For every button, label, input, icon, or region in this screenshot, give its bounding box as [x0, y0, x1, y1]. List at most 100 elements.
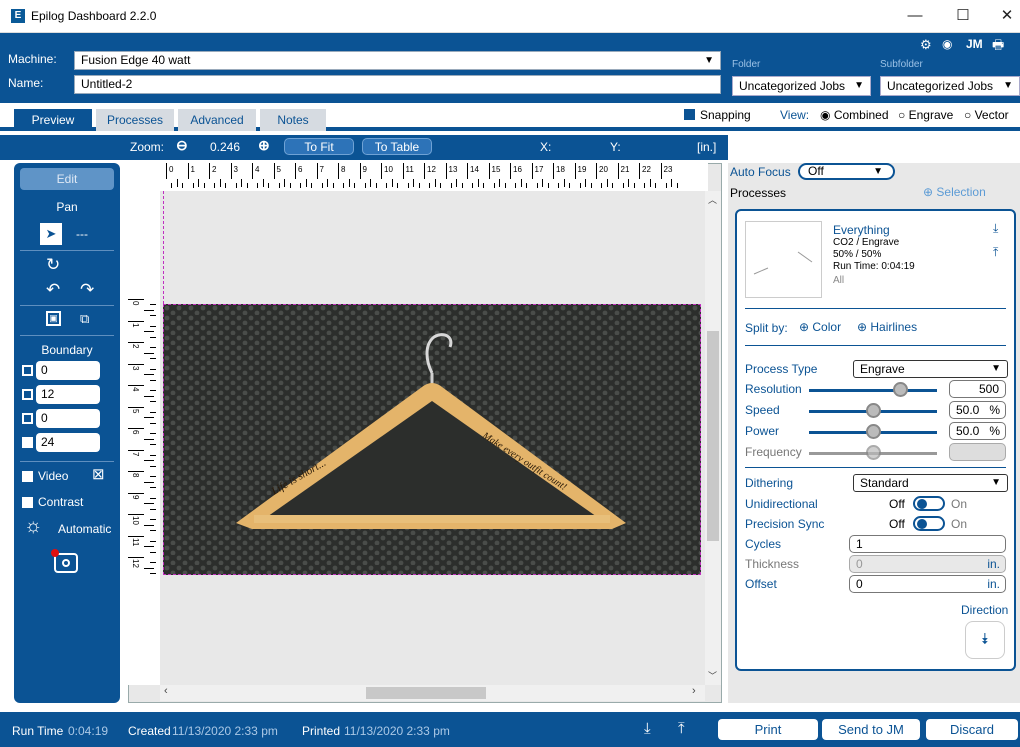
- ruler-label: 0: [169, 165, 174, 174]
- tab-notes[interactable]: Notes: [260, 109, 326, 131]
- vertical-scrollbar[interactable]: ︿ ﹀: [705, 191, 721, 685]
- divider: [745, 345, 1006, 346]
- split-hairlines-button[interactable]: ⊕ Hairlines: [857, 320, 917, 334]
- split-color-button[interactable]: ⊕ Color: [799, 320, 841, 334]
- scroll-up-icon[interactable]: ︿: [708, 193, 717, 206]
- import-icon[interactable]: ⤓: [993, 221, 998, 236]
- scroll-right-icon[interactable]: ›: [692, 685, 696, 697]
- to-fit-button[interactable]: To Fit: [284, 138, 354, 155]
- tab-advanced[interactable]: Advanced: [178, 109, 256, 131]
- zoom-toolbar: Zoom: ⊖ 0.246 ⊕ To Fit To Table X: Y: [i…: [0, 135, 728, 160]
- horizontal-scroll-thumb[interactable]: [366, 687, 486, 699]
- contrast-checkbox[interactable]: [22, 497, 33, 508]
- cycles-input[interactable]: 1: [849, 535, 1006, 553]
- ruler-tick: [531, 163, 533, 179]
- subfolder-select[interactable]: Uncategorized Jobs ▼: [880, 76, 1020, 96]
- direction-down-button[interactable]: ⯯: [965, 621, 1005, 659]
- boundary-right-input[interactable]: 24: [36, 433, 100, 452]
- print-button[interactable]: Print: [718, 719, 818, 740]
- boundary-left-input[interactable]: 0: [36, 409, 100, 428]
- pan-label: Pan: [56, 200, 78, 214]
- maximize-button[interactable]: ☐: [948, 5, 978, 27]
- auto-focus-label: Auto Focus: [730, 165, 791, 179]
- ruler-minor-tick: [144, 331, 154, 333]
- zoom-out-icon[interactable]: ⊖: [176, 137, 188, 154]
- horizontal-scrollbar[interactable]: ‹ ›: [160, 685, 705, 701]
- process-run-time: Run Time: 0:04:19: [833, 261, 915, 272]
- view-combined-radio[interactable]: ◉ Combined: [820, 108, 889, 122]
- scroll-down-icon[interactable]: ﹀: [708, 669, 717, 682]
- ruler-label: 11: [405, 165, 414, 174]
- speed-slider-knob[interactable]: [866, 403, 881, 418]
- job-name-input[interactable]: Untitled-2: [74, 75, 721, 94]
- resolution-input[interactable]: 500: [949, 380, 1006, 398]
- precision-sync-off-label: Off: [889, 517, 905, 531]
- gear-icon[interactable]: ⚙: [920, 37, 932, 53]
- close-button[interactable]: ✕: [992, 5, 1020, 27]
- ruler-minor-tick: [536, 183, 538, 188]
- globe-icon[interactable]: ◉: [942, 37, 952, 51]
- boundary-top-input[interactable]: 0: [36, 361, 100, 380]
- ruler-minor-tick: [214, 183, 216, 188]
- boundary-bottom-input[interactable]: 12: [36, 385, 100, 404]
- import-job-icon[interactable]: ⤓: [644, 720, 651, 737]
- ruler-minor-tick: [434, 179, 436, 187]
- ruler-minor-tick: [150, 325, 156, 327]
- edit-button[interactable]: Edit: [20, 168, 114, 190]
- user-initials[interactable]: JM: [966, 37, 983, 51]
- zoom-in-icon[interactable]: ⊕: [258, 137, 270, 154]
- thumbnail-preview: [753, 251, 813, 275]
- to-table-button[interactable]: To Table: [362, 138, 432, 155]
- split-by-label: Split by:: [745, 321, 788, 335]
- tab-preview[interactable]: Preview: [14, 109, 92, 131]
- camera-icon[interactable]: [51, 549, 78, 573]
- ruler-tick: [230, 163, 232, 179]
- scroll-left-icon[interactable]: ‹: [164, 685, 168, 697]
- minimize-button[interactable]: —: [900, 5, 930, 27]
- speed-input[interactable]: 50.0 %: [949, 401, 1006, 419]
- ruler-minor-tick: [150, 530, 156, 532]
- ruler-label: 22: [642, 165, 651, 174]
- discard-button[interactable]: Discard: [926, 719, 1018, 740]
- split-color-label: Color: [812, 320, 842, 334]
- power-input[interactable]: 50.0 %: [949, 422, 1006, 440]
- redo-icon[interactable]: ↷: [80, 280, 94, 300]
- tab-processes[interactable]: Processes: [96, 109, 174, 131]
- camera-search-icon[interactable]: ⊠: [92, 465, 105, 483]
- rotate-icon[interactable]: ↻: [46, 255, 60, 275]
- export-job-icon[interactable]: ⤒: [678, 720, 685, 737]
- dithering-select[interactable]: Standard ▼: [853, 474, 1008, 492]
- bed-camera-image[interactable]: Life is short... Make every outfit count…: [163, 304, 701, 575]
- auto-focus-select[interactable]: Off ▼: [798, 163, 895, 180]
- resolution-slider-knob[interactable]: [893, 382, 908, 397]
- title-bar: E Epilog Dashboard 2.2.0 — ☐ ✕: [0, 0, 1020, 33]
- split-hairlines-label: Hairlines: [870, 320, 918, 334]
- printer-icon[interactable]: 🖶: [992, 36, 1004, 58]
- export-icon[interactable]: ⤒: [993, 245, 998, 260]
- unidirectional-toggle[interactable]: [913, 496, 945, 511]
- ruler-minor-tick: [235, 183, 237, 188]
- resolution-slider[interactable]: [809, 389, 937, 392]
- ruler-minor-tick: [558, 183, 560, 188]
- snapping-checkbox[interactable]: [684, 109, 695, 120]
- video-checkbox[interactable]: [22, 471, 33, 482]
- offset-input[interactable]: 0 in.: [849, 575, 1006, 593]
- send-to-jm-button[interactable]: Send to JM: [822, 719, 920, 740]
- precision-sync-toggle[interactable]: [913, 516, 945, 531]
- undo-icon[interactable]: ↶: [46, 280, 60, 300]
- view-vector-radio[interactable]: ○ Vector: [964, 108, 1009, 122]
- selection-button[interactable]: ⊕ Selection: [923, 185, 986, 199]
- view-engrave-radio[interactable]: ○ Engrave: [898, 108, 953, 122]
- process-type-select[interactable]: Engrave ▼: [853, 360, 1008, 378]
- run-time-value: 0:04:19: [68, 724, 109, 738]
- machine-select[interactable]: Fusion Edge 40 watt ▼: [74, 51, 721, 70]
- folder-select[interactable]: Uncategorized Jobs ▼: [732, 76, 871, 96]
- brightness-icon[interactable]: ☼: [24, 515, 42, 538]
- pointer-tool-icon[interactable]: ➤: [40, 223, 62, 245]
- ruler-minor-tick: [585, 179, 587, 187]
- power-slider-knob[interactable]: [866, 424, 881, 439]
- group-icon[interactable]: ▣: [46, 311, 61, 326]
- ungroup-icon[interactable]: ⧉: [80, 311, 89, 327]
- ruler-minor-tick: [612, 183, 614, 188]
- vertical-scroll-thumb[interactable]: [707, 331, 719, 541]
